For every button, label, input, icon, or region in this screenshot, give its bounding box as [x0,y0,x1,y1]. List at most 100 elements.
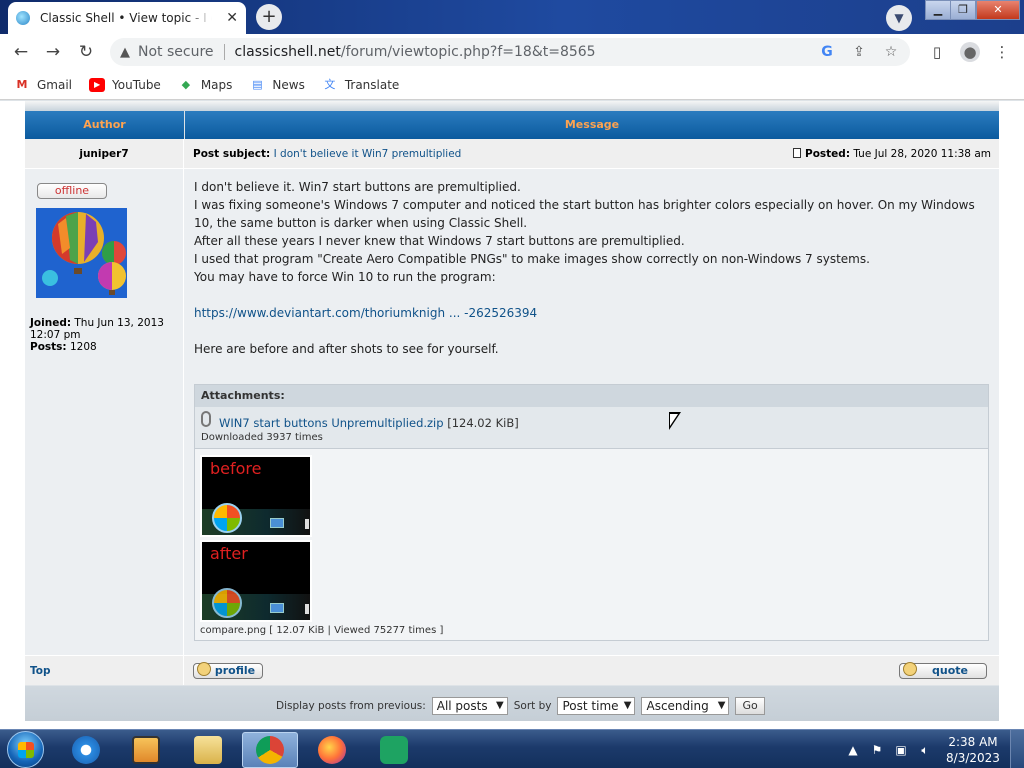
chrome-icon[interactable] [242,732,298,768]
post-line: You may have to force Win 10 to run the … [194,270,496,284]
tab-search-chevron-icon[interactable]: ▼ [886,5,912,31]
bookmark-youtube[interactable]: ▶ YouTube [89,77,161,92]
maximize-button[interactable]: ❐ [950,0,976,20]
show-hidden-icons-icon[interactable]: ▲ [844,742,862,758]
browser-tab[interactable]: Classic Shell • View topic - I don't bel… [8,2,246,34]
sort-order-select[interactable]: Ascending ▼ [641,697,730,715]
top-link[interactable]: Top [30,656,51,686]
forward-arrow-icon[interactable]: → [43,42,63,62]
bookmark-translate[interactable]: 文 Translate [322,77,400,92]
quote-button[interactable]: quote [899,662,987,679]
sortby-label: Sort by [513,700,552,712]
offline-status-badge: offline [37,183,107,199]
firefox-icon[interactable] [304,732,360,768]
post-line: I used that program "Create Aero Compati… [194,252,870,266]
tray-mark [305,604,309,614]
quote-button-label: quote [932,664,968,677]
address-bar[interactable]: ▲ Not secure classicshell.net/forum/view… [110,38,910,66]
post-text: I don't believe it. Win7 start buttons a… [194,178,984,358]
post-line: After all these years I never knew that … [194,234,685,248]
system-clock[interactable]: 2:38 AM 8/3/2023 [942,734,1004,766]
post-line: I was fixing someone's Windows 7 compute… [194,198,975,230]
after-screenshot[interactable]: after [200,540,312,622]
bookmark-star-icon[interactable]: ☆ [882,43,900,61]
tab-close-icon[interactable]: ✕ [226,10,238,26]
start-button-icon[interactable] [7,731,44,768]
bookmark-gmail[interactable]: M Gmail [14,78,73,92]
url-domain: classicshell.net [234,44,341,60]
bookmark-label: Maps [200,77,233,92]
close-window-button[interactable]: ✕ [976,0,1020,20]
start-orb-icon [212,503,242,533]
subject-link[interactable]: I don't believe it Win7 premultiplied [274,148,462,160]
forum-top-strip [25,101,999,111]
bookmark-label: News [272,77,305,92]
top-cell: Top [25,656,184,685]
warning-triangle-icon[interactable]: ▲ [120,45,130,60]
internet-explorer-icon[interactable] [58,732,114,768]
network-icon [270,518,284,528]
sheets-icon[interactable] [366,732,422,768]
profile-avatar-icon[interactable]: ● [960,42,980,62]
classicshell-favicon-icon [16,11,30,25]
reload-icon[interactable]: ↻ [76,42,96,62]
post-line: Here are before and after shots to see f… [194,342,499,356]
sort-by-value: Post time [562,699,619,713]
menu-kebab-icon[interactable]: ⋮ [992,42,1012,62]
start-orb-icon [212,588,242,618]
back-arrow-icon[interactable]: ← [11,42,31,62]
display-label: Display posts from previous: [276,700,426,712]
volume-icon[interactable]: 🔈︎ [916,742,934,758]
show-desktop-button[interactable] [1010,730,1024,768]
author-details: Joined: Thu Jun 13, 2013 12:07 pm Posts:… [30,317,183,353]
attachment-file: WIN7 start buttons Unpremultiplied.zip [… [195,407,988,449]
author-name[interactable]: juniper7 [25,139,183,169]
bookmark-label: Translate [344,77,400,92]
attachments-box: Attachments: WIN7 start buttons Unpremul… [194,384,989,641]
share-icon[interactable]: ⇪ [850,43,868,61]
folder-glyph [194,736,222,764]
sheets-glyph [380,736,408,764]
browser-window: Classic Shell • View topic - I don't bel… [0,0,1024,768]
bookmark-maps[interactable]: ◆ Maps [178,78,233,92]
profile-button-label: profile [214,664,256,677]
post-icon[interactable] [793,148,801,158]
display-posts-value: All posts [436,699,488,713]
post-line: I don't believe it. Win7 start buttons a… [194,180,521,194]
tab-title: Classic Shell • View topic - I don't bel… [40,11,212,25]
image-caption: compare.png [ 12.07 KiB | Viewed 75277 t… [200,625,444,636]
google-lens-icon[interactable]: G [818,43,836,61]
sort-by-select[interactable]: Post time ▼ [557,697,636,715]
media-center-icon[interactable] [118,732,174,768]
display-posts-select[interactable]: All posts ▼ [431,697,508,715]
not-secure-label[interactable]: Not secure [138,44,214,60]
sort-options-row: Display posts from previous: All posts ▼ … [25,686,999,721]
posted-value: Tue Jul 28, 2020 11:38 am [853,148,991,160]
joined-line: Joined: Thu Jun 13, 2013 12:07 pm [30,317,183,341]
dropdown-arrow-icon: ▼ [496,700,504,711]
bookmark-news[interactable]: ▤ News [249,77,305,92]
dropdown-arrow-icon: ▼ [623,700,632,711]
new-tab-button[interactable]: + [256,4,282,30]
side-panel-icon[interactable]: ▯ [927,42,947,62]
network-icon[interactable]: ▣ [892,742,910,758]
file-explorer-icon[interactable] [180,732,236,768]
post-subject: Post subject: I don't believe it Win7 pr… [193,139,461,169]
go-button[interactable]: Go [735,697,765,715]
firefox-glyph [318,736,346,764]
before-screenshot[interactable]: before [200,455,312,537]
link-line: https://www.deviantart.com/thoriumknigh … [194,304,984,322]
attachment-link[interactable]: WIN7 start buttons Unpremultiplied.zip [219,416,444,430]
post-subject-row: juniper7 Post subject: I don't believe i… [25,139,999,169]
deviantart-link[interactable]: https://www.deviantart.com/thoriumknigh … [194,306,537,320]
post-footer-row: Top profile quote [25,655,999,685]
quote-bubble-icon [903,662,917,676]
url-text[interactable]: classicshell.net/forum/viewtopic.php?f=1… [235,44,596,60]
author-column-header: Author [25,111,184,139]
action-center-flag-icon[interactable]: ⚑ [868,742,886,758]
avatar [36,208,127,298]
download-count: Downloaded 3937 times [201,432,323,443]
profile-button[interactable]: profile [193,662,263,679]
minimize-button[interactable]: ▁ [925,0,951,20]
